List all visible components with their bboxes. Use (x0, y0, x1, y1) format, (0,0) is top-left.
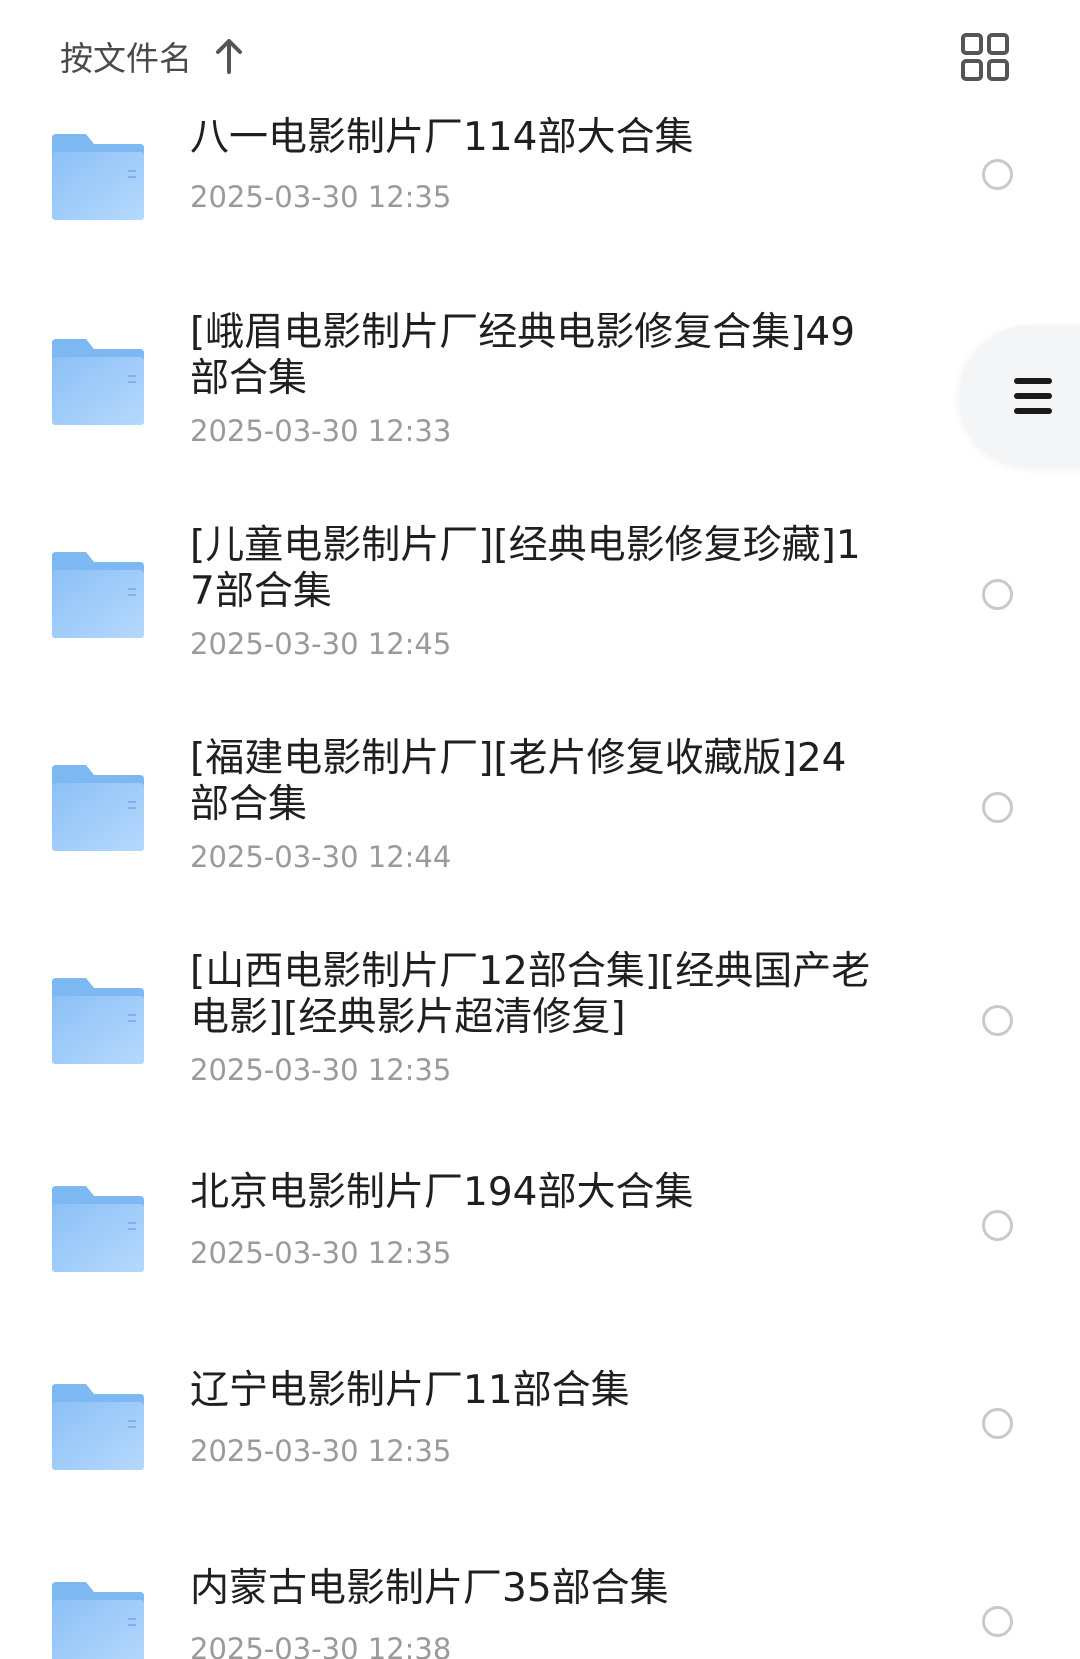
file-name: [福建电影制片厂][老片修复收藏版]24部合集 (190, 736, 847, 827)
file-browser-screen: 八一电影制片厂114部大合集 2025-03-30 12:35 [峨眉电影制片厂… (0, 0, 1080, 1659)
file-name: [峨眉电影制片厂经典电影修复合集]49部合集 (190, 310, 856, 401)
file-row[interactable]: [儿童电影制片厂][经典电影修复珍藏]17部合集 2025-03-30 12:4… (0, 523, 1080, 673)
file-date: 2025-03-30 12:45 (190, 627, 452, 661)
file-name: 北京电影制片厂194部大合集 (190, 1170, 694, 1215)
select-circle[interactable] (982, 1408, 1013, 1439)
file-name: [儿童电影制片厂][经典电影修复珍藏]17部合集 (190, 523, 861, 614)
file-name: 辽宁电影制片厂11部合集 (190, 1368, 630, 1413)
file-row[interactable]: [山西电影制片厂12部合集][经典国产老电影][经典影片超清修复] 2025-0… (0, 949, 1080, 1099)
folder-icon (52, 765, 144, 851)
grid-view-icon[interactable] (960, 32, 1010, 82)
folder-icon (52, 1186, 144, 1272)
folder-icon (52, 134, 144, 220)
folder-icon (52, 552, 144, 638)
file-row[interactable]: 辽宁电影制片厂11部合集 2025-03-30 12:35 (0, 1368, 1080, 1498)
file-date: 2025-03-30 12:35 (190, 1434, 452, 1468)
select-circle[interactable] (982, 579, 1013, 610)
file-name: 八一电影制片厂114部大合集 (190, 115, 694, 160)
select-circle[interactable] (982, 1210, 1013, 1241)
hamburger-menu-icon (1014, 378, 1052, 414)
arrow-up-icon (216, 39, 242, 74)
file-row[interactable]: 内蒙古电影制片厂35部合集 2025-03-30 12:38 (0, 1566, 1080, 1659)
folder-icon (52, 1384, 144, 1470)
file-row[interactable]: 八一电影制片厂114部大合集 2025-03-30 12:35 (0, 115, 1080, 300)
file-date: 2025-03-30 12:35 (190, 1053, 452, 1087)
folder-icon (52, 339, 144, 425)
file-list: 八一电影制片厂114部大合集 2025-03-30 12:35 [峨眉电影制片厂… (0, 0, 1080, 1659)
select-circle[interactable] (982, 1606, 1013, 1637)
file-date: 2025-03-30 12:38 (190, 1632, 452, 1659)
select-circle[interactable] (982, 1005, 1013, 1036)
file-row[interactable]: [峨眉电影制片厂经典电影修复合集]49部合集 2025-03-30 12:33 (0, 310, 1080, 460)
file-date: 2025-03-30 12:33 (190, 414, 452, 448)
toolbar: 按文件名 (0, 0, 1080, 115)
select-circle[interactable] (982, 159, 1013, 190)
sort-label: 按文件名 (60, 39, 192, 78)
folder-icon (52, 1582, 144, 1659)
folder-icon (52, 978, 144, 1064)
select-circle[interactable] (982, 792, 1013, 823)
file-name: 内蒙古电影制片厂35部合集 (190, 1566, 669, 1611)
sort-button[interactable]: 按文件名 (60, 30, 246, 82)
file-row[interactable]: [福建电影制片厂][老片修复收藏版]24部合集 2025-03-30 12:44 (0, 736, 1080, 886)
file-name: [山西电影制片厂12部合集][经典国产老电影][经典影片超清修复] (190, 949, 871, 1040)
file-date: 2025-03-30 12:35 (190, 1236, 452, 1270)
file-date: 2025-03-30 12:35 (190, 180, 452, 214)
file-row[interactable]: 北京电影制片厂194部大合集 2025-03-30 12:35 (0, 1170, 1080, 1300)
file-date: 2025-03-30 12:44 (190, 840, 452, 874)
